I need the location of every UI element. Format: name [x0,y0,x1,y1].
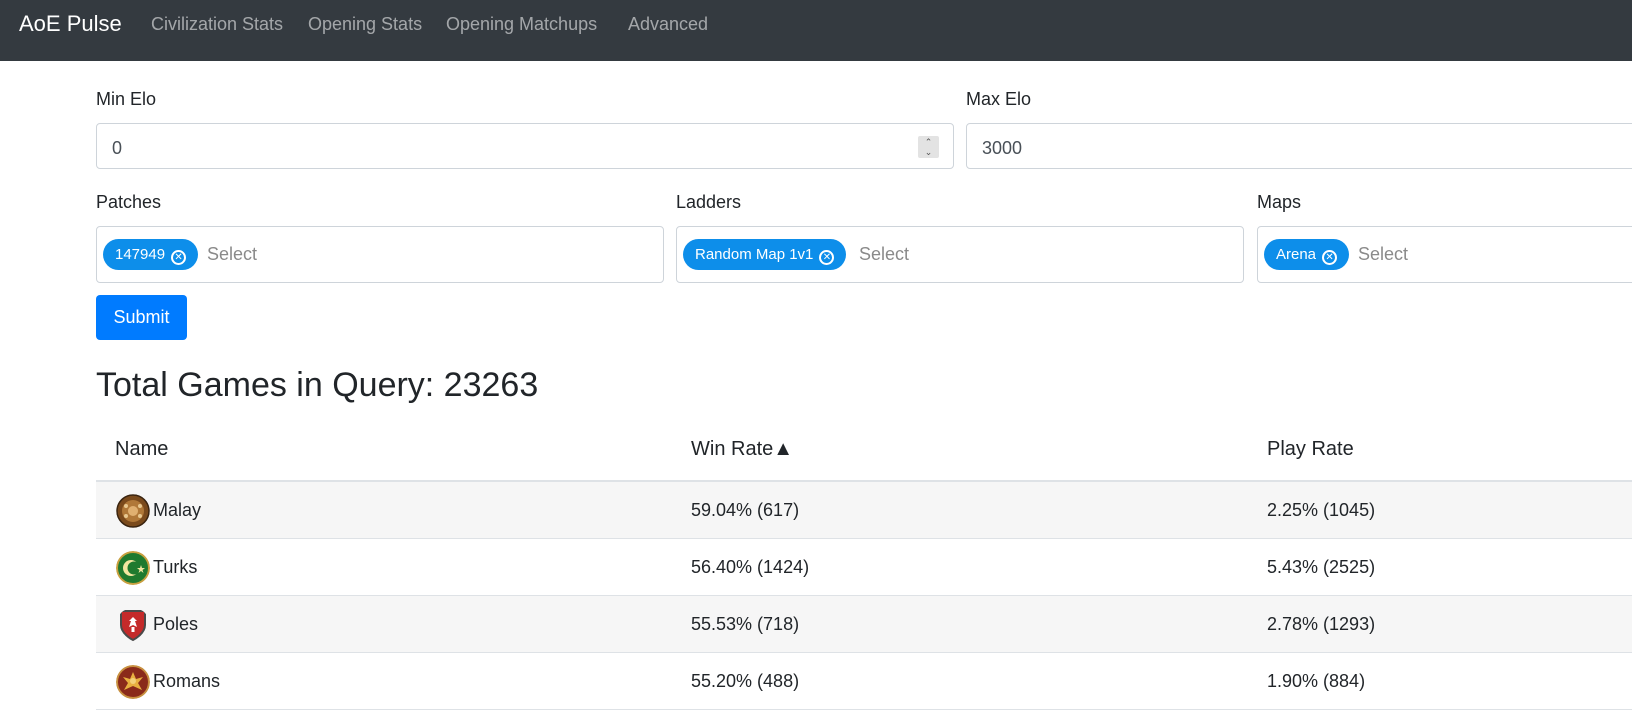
ladders-label: Ladders [676,192,742,212]
max-elo-input[interactable]: 3000 [966,123,1632,169]
max-elo-label: Max Elo [966,89,1032,109]
patch-chip[interactable]: 147949 ✕ [103,239,199,270]
ladder-chip[interactable]: Random Map 1v1 ✕ [683,239,847,270]
patches-multiselect[interactable]: 147949 ✕ Select [96,226,664,283]
malay-emblem-icon [116,494,150,528]
max-elo-value: 3000 [982,138,1023,158]
nav-link-opening-stats[interactable]: Opening Stats [308,14,422,35]
maps-multiselect[interactable]: Arena ✕ Select [1257,226,1632,283]
play-rate-cell: 5.43% (2525) [1267,557,1376,577]
ladders-select-placeholder[interactable]: Select [859,244,909,265]
win-rate-cell: 55.53% (718) [691,614,800,634]
maps-select-placeholder[interactable]: Select [1358,244,1408,265]
nav-link-advanced[interactable]: Advanced [628,14,708,35]
map-chip[interactable]: Arena ✕ [1264,239,1350,270]
nav-link-civilization-stats[interactable]: Civilization Stats [151,14,283,35]
map-chip-label: Arena [1276,246,1317,263]
nav-link-opening-matchups[interactable]: Opening Matchups [446,14,597,35]
civ-name: Turks [153,557,198,577]
column-header-name[interactable]: Name [115,438,168,461]
table-row[interactable]: Turks 56.40% (1424) 5.43% (2525) [96,539,1632,596]
win-rate-cell: 56.40% (1424) [691,557,810,577]
number-spinner[interactable]: ⌃ ⌄ [918,136,939,158]
patch-chip-label: 147949 [115,246,166,263]
table-row[interactable]: Malay 59.04% (617) 2.25% (1045) [96,482,1632,539]
column-header-play-rate[interactable]: Play Rate [1267,438,1354,461]
play-rate-cell: 1.90% (884) [1267,671,1366,691]
column-header-win-rate[interactable]: Win Rate▲ [691,438,793,461]
table-row[interactable]: Poles 55.53% (718) 2.78% (1293) [96,596,1632,653]
romans-emblem-icon [116,665,150,699]
table-row[interactable]: Romans 55.20% (488) 1.90% (884) [96,653,1632,710]
top-navbar: AoE Pulse Civilization Stats Opening Sta… [0,0,1632,61]
brand-logo-text[interactable]: AoE Pulse [19,11,122,37]
ladder-chip-label: Random Map 1v1 [695,246,814,263]
patches-label: Patches [96,192,162,212]
remove-chip-icon[interactable]: ✕ [171,250,187,265]
civ-name: Romans [153,671,221,691]
play-rate-cell: 2.25% (1045) [1267,500,1376,520]
min-elo-value: 0 [112,138,123,158]
min-elo-input[interactable]: 0 ⌃ ⌄ [96,123,954,169]
win-rate-header-label: Win Rate [691,438,774,460]
win-rate-cell: 55.20% (488) [691,671,800,691]
spin-up-icon[interactable]: ⌃ [918,137,939,147]
total-games-heading: Total Games in Query: 23263 [96,366,539,404]
play-rate-cell: 2.78% (1293) [1267,614,1376,634]
submit-button[interactable]: Submit [96,295,187,340]
maps-label: Maps [1257,192,1302,212]
spin-down-icon[interactable]: ⌄ [918,147,939,157]
remove-chip-icon[interactable]: ✕ [1322,250,1338,265]
civ-name: Poles [153,614,199,634]
patches-select-placeholder[interactable]: Select [207,244,257,265]
sort-ascending-icon: ▲ [773,438,794,460]
civ-name: Malay [153,500,202,520]
min-elo-label: Min Elo [96,89,157,109]
ladders-multiselect[interactable]: Random Map 1v1 ✕ Select [676,226,1244,283]
turks-emblem-icon [116,551,150,585]
win-rate-cell: 59.04% (617) [691,500,800,520]
remove-chip-icon[interactable]: ✕ [819,250,835,265]
poles-emblem-icon [120,610,146,642]
